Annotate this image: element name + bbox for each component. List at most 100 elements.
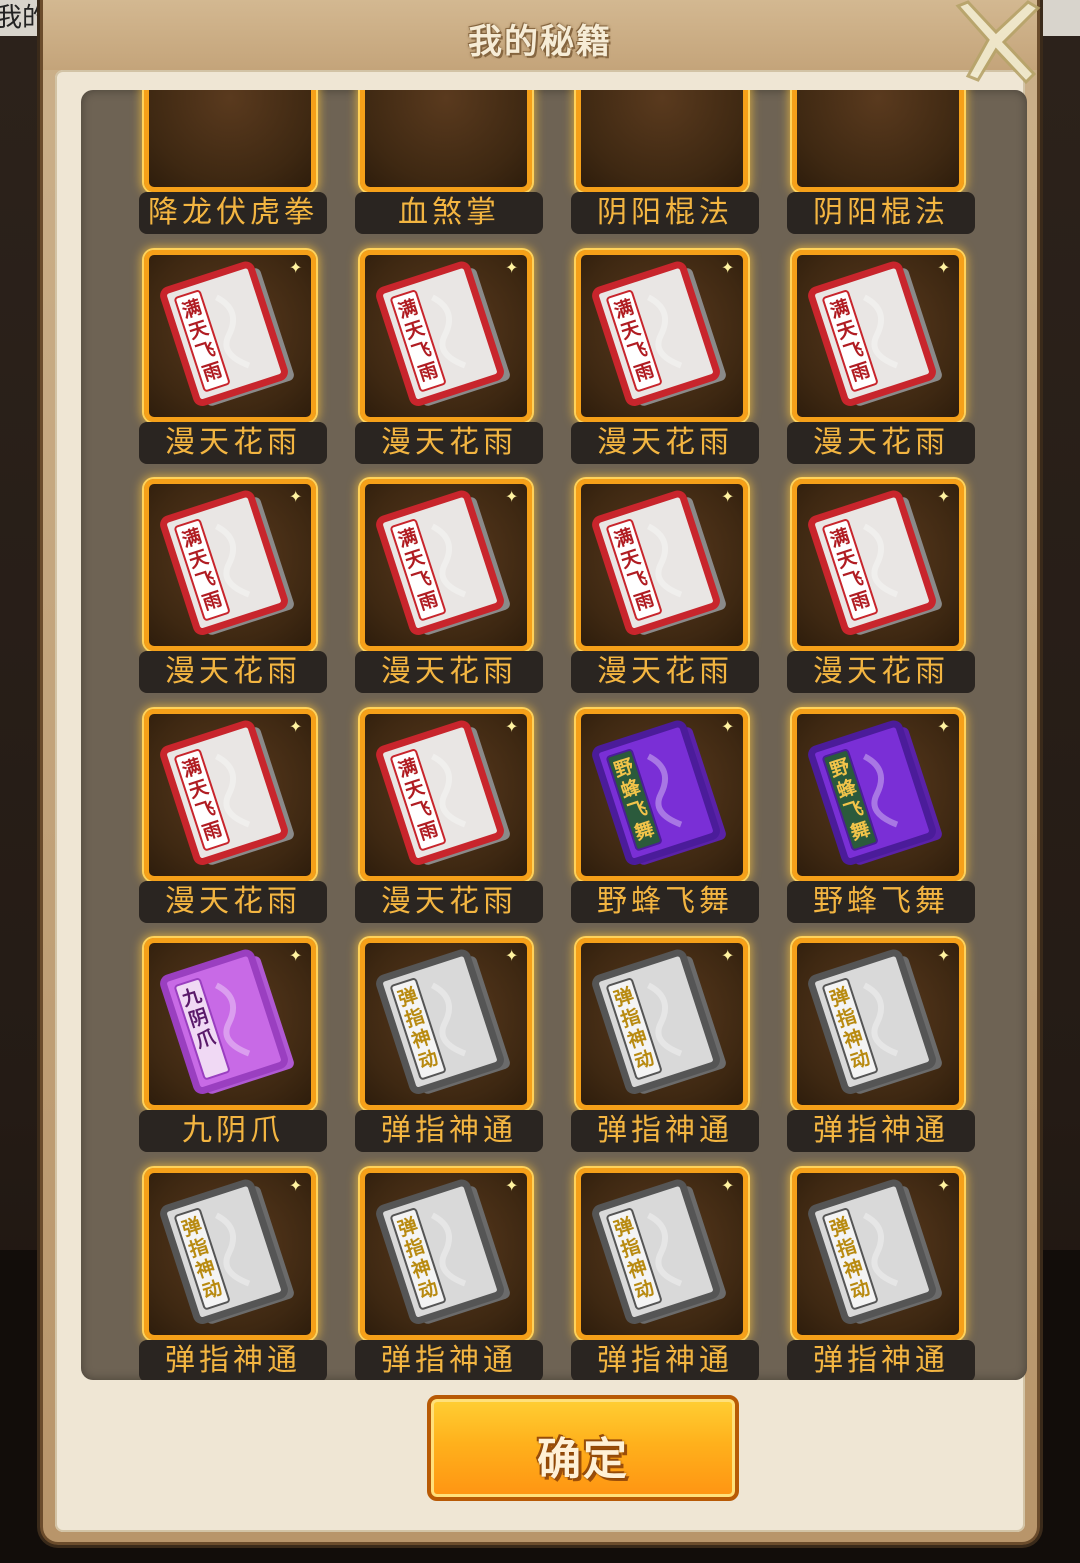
book-item[interactable]: 弹指神动 ✦ 弹指神通 [571, 1167, 759, 1380]
book-icon-frame: 满天飞雨 ✦ [360, 249, 532, 422]
book-item[interactable]: 满天飞雨 ✦ 漫天花雨 [139, 249, 327, 480]
book-icon: 满天飞雨 [160, 719, 294, 865]
book-icon-frame: 满天飞雨 ✦ [144, 249, 316, 422]
book-name-label: 漫天花雨 [139, 880, 327, 923]
sparkle-icon: ✦ [937, 716, 951, 736]
book-item[interactable]: 满天飞雨 ✦ 漫天花雨 [355, 708, 543, 939]
book-icon: 弹指神动 [376, 949, 510, 1095]
book-icon: 弹指神动 [808, 949, 942, 1095]
book-item[interactable]: 野蜂飞舞 ✦ 野蜂飞舞 [571, 708, 759, 939]
book-icon: 弹指神动 [160, 1178, 294, 1324]
sparkle-icon: ✦ [937, 257, 951, 277]
book-item[interactable]: 弹指神动 ✦ 弹指神通 [139, 1167, 327, 1380]
book-icon: 满天飞雨 [592, 260, 726, 406]
sparkle-icon: ✦ [289, 487, 303, 506]
book-icon-frame: 满天飞雨 ✦ [360, 708, 532, 881]
book-icon: 满天飞雨 [160, 260, 294, 406]
book-icon-frame: 野蜂飞舞 ✦ [792, 708, 964, 881]
book-item[interactable]: 满天飞雨 ✦ 漫天花雨 [787, 479, 975, 709]
book-icon-frame: 满天飞雨 ✦ [576, 479, 748, 651]
book-icon-frame [792, 90, 964, 192]
sparkle-icon: ✦ [937, 1175, 951, 1195]
book-name-label: 血煞掌 [355, 192, 543, 234]
sparkle-icon: ✦ [505, 487, 519, 506]
book-item[interactable]: 九阴爪 ✦ 九阴爪 [139, 938, 327, 1168]
book-item[interactable]: 满天飞雨 ✦ 漫天花雨 [571, 479, 759, 709]
sparkle-icon: ✦ [937, 946, 951, 965]
book-icon: 弹指神动 [808, 1178, 942, 1324]
confirm-button[interactable]: 确定 [427, 1395, 739, 1501]
book-icon-frame: 弹指神动 ✦ [576, 1167, 748, 1340]
sparkle-icon: ✦ [289, 257, 303, 277]
book-name-label: 弹指神通 [139, 1339, 327, 1380]
sparkle-icon: ✦ [505, 1175, 519, 1195]
book-name-label: 野蜂飞舞 [787, 880, 975, 923]
book-item[interactable]: 满天飞雨 ✦ 漫天花雨 [139, 479, 327, 709]
book-name-label: 漫天花雨 [571, 651, 759, 693]
book-item[interactable]: 弹指神动 ✦ 弹指神通 [787, 938, 975, 1168]
sparkle-icon: ✦ [289, 1175, 303, 1195]
book-name-label: 弹指神通 [571, 1339, 759, 1380]
book-icon: 满天飞雨 [376, 719, 510, 865]
book-item[interactable]: 降龙伏虎拳 [139, 90, 327, 250]
book-item[interactable]: 阴阳棍法 [571, 90, 759, 250]
book-icon-frame [144, 90, 316, 192]
book-icon: 满天飞雨 [808, 490, 942, 636]
sparkle-icon: ✦ [721, 1175, 735, 1195]
book-name-label: 弹指神通 [355, 1339, 543, 1380]
book-icon-frame: 弹指神动 ✦ [792, 1167, 964, 1340]
secret-books-dialog: 我的秘籍 降龙伏虎拳 血煞掌 阴阳棍法 阴阳棍法满天飞雨 ✦ 漫天花雨满天飞雨 ✦ 漫天花雨满… [40, 0, 1040, 1545]
confirm-label: 确定 [537, 1434, 629, 1485]
book-icon: 弹指神动 [592, 1178, 726, 1324]
sparkle-icon: ✦ [289, 716, 303, 736]
book-name-label: 九阴爪 [139, 1110, 327, 1152]
book-item[interactable]: 满天飞雨 ✦ 漫天花雨 [355, 479, 543, 709]
book-grid: 降龙伏虎拳 血煞掌 阴阳棍法 阴阳棍法满天飞雨 ✦ 漫天花雨满天飞雨 ✦ 漫天花雨满天飞雨 ✦ 漫… [139, 90, 975, 1380]
book-item[interactable]: 阴阳棍法 [787, 90, 975, 250]
book-grid-panel[interactable]: 降龙伏虎拳 血煞掌 阴阳棍法 阴阳棍法满天飞雨 ✦ 漫天花雨满天飞雨 ✦ 漫天花雨满天飞雨 ✦ 漫… [81, 90, 1027, 1380]
sparkle-icon: ✦ [505, 257, 519, 277]
sparkle-icon: ✦ [721, 487, 735, 506]
sparkle-icon: ✦ [505, 716, 519, 736]
book-icon-frame: 弹指神动 ✦ [360, 1167, 532, 1340]
book-icon: 野蜂飞舞 [808, 719, 942, 865]
book-name-label: 弹指神通 [571, 1110, 759, 1152]
book-name-label: 漫天花雨 [139, 421, 327, 464]
book-icon: 满天飞雨 [160, 490, 294, 636]
book-name-label: 阴阳棍法 [571, 192, 759, 234]
book-item[interactable]: 满天飞雨 ✦ 漫天花雨 [355, 249, 543, 480]
book-icon-frame: 弹指神动 ✦ [360, 938, 532, 1110]
book-item[interactable]: 野蜂飞舞 ✦ 野蜂飞舞 [787, 708, 975, 939]
sparkle-icon: ✦ [721, 946, 735, 965]
book-icon: 满天飞雨 [592, 490, 726, 636]
book-item[interactable]: 满天飞雨 ✦ 漫天花雨 [787, 249, 975, 480]
book-item[interactable]: 弹指神动 ✦ 弹指神通 [355, 1167, 543, 1380]
book-name-label: 漫天花雨 [139, 651, 327, 693]
book-item[interactable]: 满天飞雨 ✦ 漫天花雨 [139, 708, 327, 939]
dialog-title: 我的秘籍 [468, 22, 612, 62]
book-icon-frame: 满天飞雨 ✦ [144, 708, 316, 881]
book-item[interactable]: 弹指神动 ✦ 弹指神通 [787, 1167, 975, 1380]
book-item[interactable]: 弹指神动 ✦ 弹指神通 [571, 938, 759, 1168]
book-name-label: 漫天花雨 [787, 421, 975, 464]
book-name-label: 弹指神通 [787, 1110, 975, 1152]
book-icon-frame: 满天飞雨 ✦ [360, 479, 532, 651]
book-item[interactable]: 血煞掌 [355, 90, 543, 250]
book-icon-frame: 满天飞雨 ✦ [144, 479, 316, 651]
close-button[interactable] [948, 0, 1044, 86]
book-item[interactable]: 满天飞雨 ✦ 漫天花雨 [571, 249, 759, 480]
book-icon: 满天飞雨 [376, 260, 510, 406]
book-icon: 满天飞雨 [808, 260, 942, 406]
book-name-label: 弹指神通 [787, 1339, 975, 1380]
sparkle-icon: ✦ [505, 946, 519, 965]
book-name-label: 降龙伏虎拳 [139, 192, 327, 234]
book-icon: 野蜂飞舞 [592, 719, 726, 865]
book-icon: 满天飞雨 [376, 490, 510, 636]
book-name-label: 漫天花雨 [571, 421, 759, 464]
book-item[interactable]: 弹指神动 ✦ 弹指神通 [355, 938, 543, 1168]
sparkle-icon: ✦ [721, 716, 735, 736]
book-icon-frame [360, 90, 532, 192]
book-icon: 弹指神动 [592, 949, 726, 1095]
book-name-label: 漫天花雨 [355, 651, 543, 693]
book-icon-frame: 满天飞雨 ✦ [792, 249, 964, 422]
